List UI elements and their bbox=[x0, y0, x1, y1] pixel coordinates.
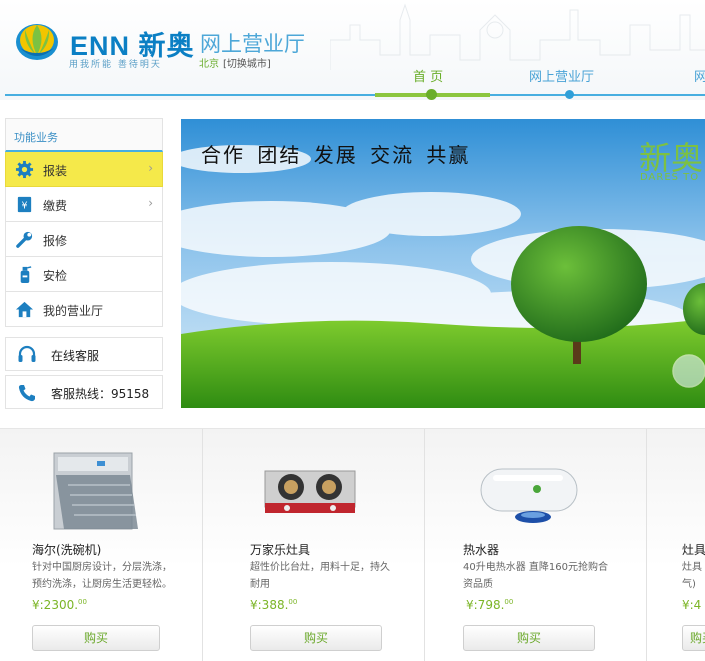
nav-dot-home bbox=[426, 89, 437, 100]
site-title: 网上营业厅 bbox=[200, 32, 305, 56]
product-description: 40升电热水器 直降160元抢购合 资品质 bbox=[463, 559, 608, 593]
sidebar-item-install[interactable]: 报装 › bbox=[5, 152, 163, 187]
price-main: ¥:4 bbox=[682, 598, 702, 612]
switch-city-link[interactable]: [切换城市] bbox=[223, 59, 271, 70]
banner-slogan: 合作 团结 发展 交流 共赢 bbox=[201, 143, 471, 167]
product-list: 海尔(洗碗机) 针对中国厨房设计，分层洗涤， 预约洗涤，让厨房生活更轻松。 ¥:… bbox=[0, 428, 705, 661]
sidebar-item-payment[interactable]: ¥ 缴费 › bbox=[5, 187, 163, 222]
sidebar-item-my-hall[interactable]: 我的营业厅 bbox=[5, 292, 163, 327]
product-price: ¥:4 bbox=[682, 598, 701, 612]
product-name[interactable]: 万家乐灶具 bbox=[250, 541, 310, 558]
product-description: 针对中国厨房设计，分层洗涤， 预约洗涤，让厨房生活更轻松。 bbox=[32, 559, 172, 593]
nav-item-online-hall[interactable]: 网上营业厅 bbox=[529, 66, 594, 85]
headset-icon bbox=[18, 345, 36, 362]
water-heater-image[interactable] bbox=[473, 445, 583, 535]
product-desc-line: 预约洗涤，让厨房生活更轻松。 bbox=[32, 579, 172, 590]
sidebar-item-repair[interactable]: 报修 bbox=[5, 222, 163, 257]
price-main: ¥:2300. bbox=[32, 598, 79, 612]
buy-button[interactable]: 购买 bbox=[32, 625, 160, 651]
online-service-button[interactable]: 在线客服 bbox=[5, 337, 163, 371]
product-card: 海尔(洗碗机) 针对中国厨房设计，分层洗涤， 预约洗涤，让厨房生活更轻松。 ¥:… bbox=[0, 429, 203, 661]
buy-button[interactable]: 购买 bbox=[250, 625, 382, 651]
chevron-right-icon: › bbox=[148, 196, 153, 210]
site-header: ENN 新奥 用我所能 善待明天 网上营业厅 北京 [切换城市] bbox=[0, 0, 705, 100]
current-city: 北京 bbox=[199, 59, 219, 70]
nav-item-more[interactable]: 网 bbox=[694, 66, 705, 85]
online-service-label: 在线客服 bbox=[51, 349, 100, 363]
sidebar-item-label: 报装 bbox=[43, 164, 68, 178]
sidebar-menu: 报装 › ¥ 缴费 › 报修 安检 我的营业厅 bbox=[5, 152, 163, 327]
gear-icon bbox=[15, 160, 34, 179]
sidebar-title: 功能业务 bbox=[14, 131, 58, 144]
nav-underline bbox=[5, 94, 705, 96]
product-desc-line: 针对中国厨房设计，分层洗涤， bbox=[32, 562, 172, 573]
nav-dot-online-hall bbox=[565, 90, 574, 99]
extinguisher-icon bbox=[20, 266, 32, 284]
product-description: 超性价比台灶，用料十足，持久 耐用 bbox=[250, 559, 390, 593]
sidebar-item-label: 报修 bbox=[43, 234, 68, 248]
price-cents: 00 bbox=[288, 598, 298, 606]
price-main: ¥:388. bbox=[250, 598, 289, 612]
product-desc-line: 超性价比台灶，用料十足，持久 bbox=[250, 562, 390, 573]
product-description: 灶具 气) bbox=[682, 559, 702, 593]
product-card-partial: 灶具 灶具 气) ¥:4 购买 bbox=[647, 429, 705, 661]
sidebar-header: 功能业务 bbox=[5, 118, 163, 152]
product-desc-line: 耐用 bbox=[250, 579, 270, 590]
nav-item-home[interactable]: 首 页 bbox=[413, 66, 443, 85]
sidebar-item-inspection[interactable]: 安检 bbox=[5, 257, 163, 292]
brand-slogan: 用我所能 善待明天 bbox=[69, 60, 162, 70]
dishwasher-image[interactable] bbox=[42, 445, 152, 535]
product-desc-line: 气) bbox=[682, 579, 696, 590]
sidebar-item-label: 安检 bbox=[43, 269, 68, 283]
product-price: ¥:798.00 bbox=[466, 598, 513, 612]
hotline-box: 客服热线：95158 bbox=[5, 375, 163, 409]
sidebar-item-label: 缴费 bbox=[43, 199, 68, 213]
product-desc-line: 40升电热水器 直降160元抢购合 bbox=[463, 562, 608, 573]
buy-button[interactable]: 购买 bbox=[463, 625, 595, 651]
phone-icon bbox=[18, 385, 35, 402]
wrench-icon bbox=[16, 231, 33, 248]
price-main: ¥:798. bbox=[466, 598, 505, 612]
product-desc-line: 资品质 bbox=[463, 579, 493, 590]
product-price: ¥:2300.00 bbox=[32, 598, 87, 612]
price-cents: 00 bbox=[78, 598, 87, 606]
product-card: 热水器 40升电热水器 直降160元抢购合 资品质 ¥:798.00 购买 bbox=[425, 429, 647, 661]
product-price: ¥:388.00 bbox=[250, 598, 297, 612]
product-name[interactable]: 海尔(洗碗机) bbox=[32, 541, 101, 558]
banner-subtitle: DARES TO bbox=[640, 172, 700, 183]
product-card: 万家乐灶具 超性价比台灶，用料十足，持久 耐用 ¥:388.00 购买 bbox=[203, 429, 425, 661]
gas-stove-image[interactable] bbox=[255, 445, 365, 535]
promo-banner[interactable]: 合作 团结 发展 交流 共赢 新奥 DARES TO bbox=[181, 119, 705, 408]
product-name[interactable]: 热水器 bbox=[463, 541, 499, 558]
house-icon bbox=[15, 301, 34, 318]
product-desc-line: 灶具 bbox=[682, 562, 702, 573]
product-name[interactable]: 灶具 bbox=[682, 541, 705, 558]
city-selector: 北京 [切换城市] bbox=[199, 55, 271, 70]
enn-logo-icon[interactable] bbox=[14, 20, 60, 62]
hotline-label: 客服热线：95158 bbox=[51, 387, 150, 401]
svg-text:¥: ¥ bbox=[21, 200, 27, 211]
bill-icon: ¥ bbox=[17, 196, 32, 213]
city-skyline-decoration bbox=[330, 3, 705, 70]
sidebar-item-label: 我的营业厅 bbox=[43, 304, 104, 318]
price-cents: 00 bbox=[504, 598, 514, 606]
chevron-right-icon: › bbox=[148, 161, 153, 175]
buy-button[interactable]: 购买 bbox=[682, 625, 705, 651]
